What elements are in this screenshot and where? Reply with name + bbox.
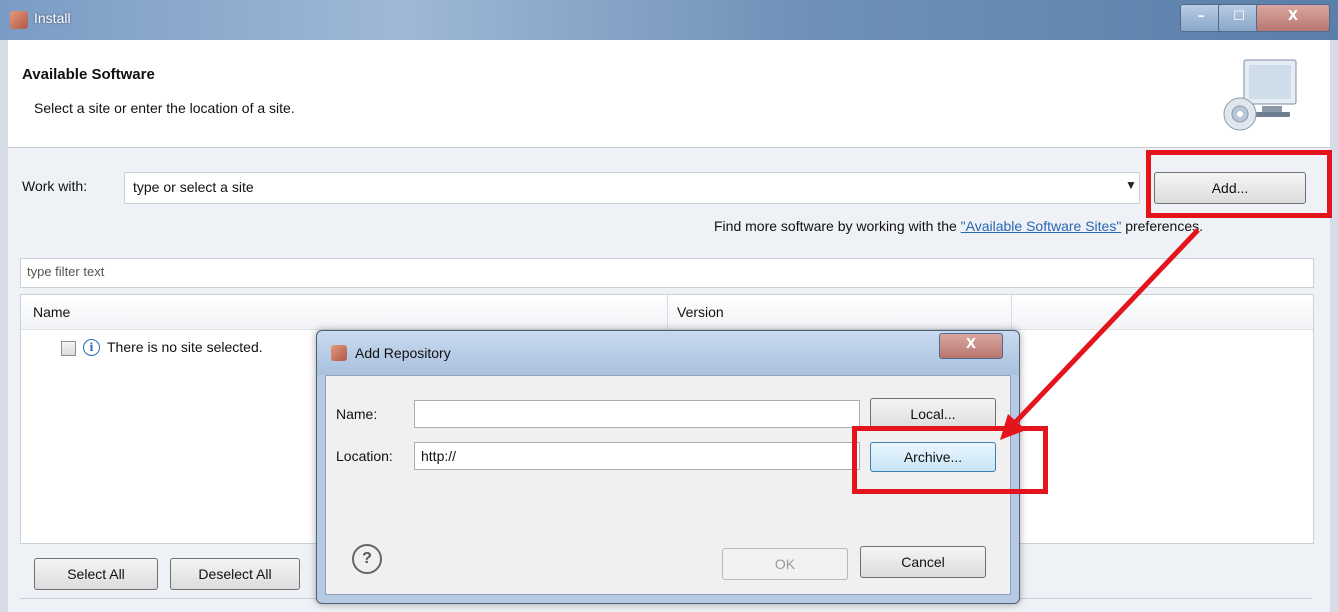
archive-highlight-box	[852, 426, 1048, 494]
window-title: Install	[34, 10, 71, 26]
row-text: There is no site selected.	[107, 339, 263, 355]
name-field[interactable]	[414, 400, 860, 428]
app-icon	[10, 11, 28, 29]
window-titlebar: Install – ☐ X	[0, 0, 1338, 40]
page-subtitle: Select a site or enter the location of a…	[34, 100, 295, 116]
row-checkbox[interactable]	[61, 341, 76, 356]
hint-suffix: preferences.	[1121, 218, 1204, 234]
work-with-label: Work with:	[22, 178, 88, 194]
name-label: Name:	[336, 406, 378, 422]
close-dialog-button[interactable]: X	[939, 333, 1003, 359]
cancel-button[interactable]: Cancel	[860, 546, 986, 578]
add-highlight-box	[1146, 150, 1332, 218]
wizard-header: Available Software Select a site or ente…	[8, 40, 1330, 148]
minimize-button[interactable]: –	[1180, 4, 1222, 32]
available-sites-hint: Find more software by working with the "…	[714, 218, 1203, 234]
dialog-app-icon	[331, 345, 347, 361]
column-divider[interactable]	[667, 295, 668, 329]
column-version[interactable]: Version	[677, 304, 724, 320]
work-with-combo[interactable]: type or select a site	[124, 172, 1140, 204]
deselect-all-button[interactable]: Deselect All	[170, 558, 300, 590]
close-window-button[interactable]: X	[1256, 4, 1330, 32]
column-divider[interactable]	[1011, 295, 1012, 329]
hint-prefix: Find more software by working with the	[714, 218, 961, 234]
info-icon: i	[83, 339, 100, 356]
location-value: http://	[421, 448, 457, 464]
page-title: Available Software	[22, 66, 155, 83]
table-header: Name Version	[21, 295, 1313, 330]
filter-input[interactable]: type filter text	[20, 258, 1314, 288]
ok-button[interactable]: OK	[722, 548, 848, 580]
location-label: Location:	[336, 448, 393, 464]
work-with-value: type or select a site	[133, 179, 254, 195]
available-software-sites-link[interactable]: "Available Software Sites"	[961, 218, 1122, 234]
location-field[interactable]: http://	[414, 442, 860, 470]
select-all-button[interactable]: Select All	[34, 558, 158, 590]
filter-placeholder: type filter text	[27, 264, 105, 279]
maximize-button[interactable]: ☐	[1218, 4, 1260, 32]
column-name[interactable]: Name	[33, 304, 70, 320]
chevron-down-icon[interactable]: ▼	[1125, 178, 1137, 192]
dialog-title: Add Repository	[355, 345, 451, 361]
dialog-titlebar: Add Repository X	[317, 331, 1019, 375]
monitor-cd-icon	[1223, 59, 1297, 131]
help-icon[interactable]: ?	[352, 544, 382, 574]
